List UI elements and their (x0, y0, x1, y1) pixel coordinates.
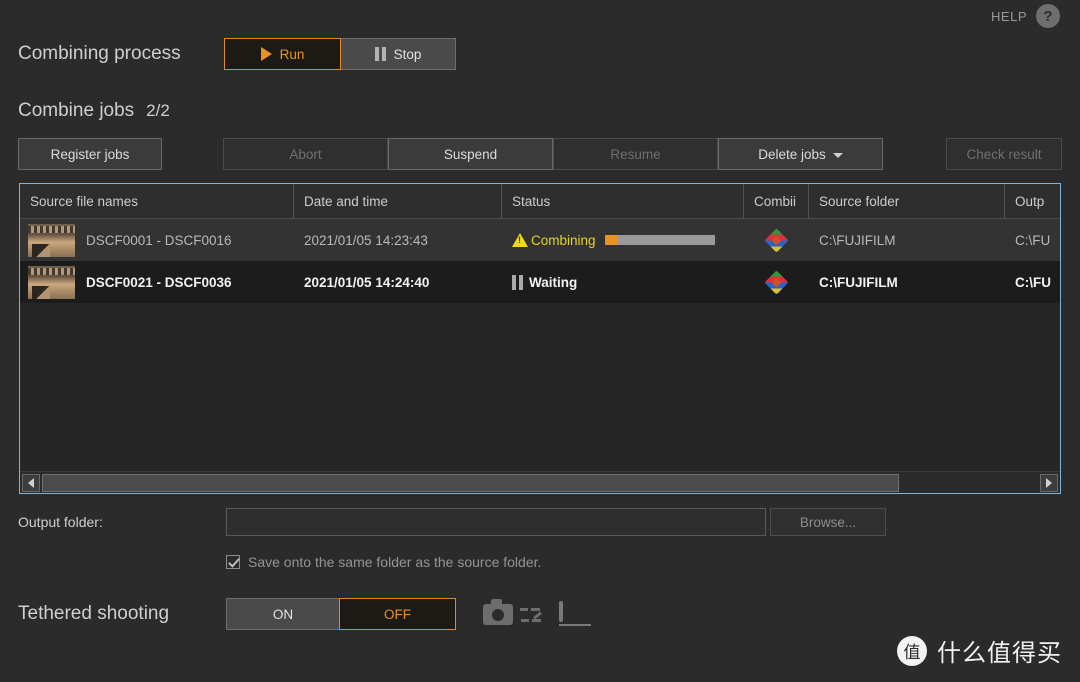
pause-icon (512, 274, 523, 290)
browse-button[interactable]: Browse... (770, 508, 886, 536)
suspend-button[interactable]: Suspend (388, 138, 553, 170)
scrollbar-thumb[interactable] (42, 473, 899, 492)
filmstrip-thumbnail-icon (28, 223, 75, 257)
jobs-table: Source file names Date and time Status C… (19, 183, 1061, 494)
column-header-source-file-names[interactable]: Source file names (20, 184, 294, 219)
horizontal-scrollbar[interactable] (20, 471, 1060, 493)
connection-dots-icon (520, 603, 552, 625)
run-button[interactable]: Run (224, 38, 341, 70)
stop-button-label: Stop (393, 46, 422, 62)
cell-source-file-names: DSCF0001 - DSCF0016 (20, 219, 294, 261)
column-header-source-folder[interactable]: Source folder (809, 184, 1005, 219)
output-folder-row: Output folder: Browse... (18, 508, 886, 536)
watermark-badge-icon: 值 (897, 635, 927, 666)
table-body: DSCF0001 - DSCF0016 2021/01/05 14:23:43 … (20, 219, 1060, 303)
register-jobs-button[interactable]: Register jobs (18, 138, 162, 170)
tethered-off-label: OFF (384, 606, 411, 622)
cell-output-folder: C:\FU (1015, 232, 1051, 248)
save-same-folder-row[interactable]: Save onto the same folder as the source … (226, 554, 541, 570)
scroll-right-arrow-icon[interactable] (1040, 473, 1058, 492)
help-label: HELP (991, 8, 1027, 24)
cell-source-folder: C:\FUJIFILM (819, 232, 896, 248)
watermark: 值 什么值得买 (897, 633, 1062, 668)
combine-jobs-heading: Combine jobs 2/2 (18, 100, 170, 122)
tethered-connection-illustration (483, 598, 591, 626)
tethered-off-button[interactable]: OFF (339, 598, 456, 630)
column-header-output-folder[interactable]: Outp (1005, 184, 1060, 219)
warning-triangle-icon (512, 233, 528, 247)
combining-process-toggle[interactable]: Run Stop (224, 38, 456, 70)
abort-label: Abort (289, 146, 322, 162)
monitor-icon (559, 600, 591, 626)
suspend-label: Suspend (443, 146, 498, 162)
filmstrip-thumbnail-icon (28, 265, 75, 299)
chevron-down-icon (832, 152, 843, 158)
help-area[interactable]: HELP ? (991, 4, 1060, 28)
cell-date-and-time: 2021/01/05 14:24:40 (304, 274, 430, 290)
pause-icon (374, 47, 386, 61)
resume-button[interactable]: Resume (553, 138, 718, 170)
tethered-shooting-toggle[interactable]: ON OFF (226, 598, 456, 630)
register-jobs-label: Register jobs (50, 146, 130, 162)
watermark-text: 什么值得买 (937, 639, 1062, 667)
tethered-shooting-row: Tethered shooting ON OFF (18, 598, 591, 630)
delete-jobs-label: Delete jobs (758, 146, 826, 162)
tethered-on-button[interactable]: ON (226, 598, 340, 630)
check-result-label: Check result (966, 146, 1042, 162)
browse-button-label: Browse... (799, 514, 857, 530)
cell-output-folder: C:\FU (1015, 274, 1051, 290)
combine-jobs-title: Combine jobs (18, 100, 135, 121)
table-row[interactable]: DSCF0021 - DSCF0036 2021/01/05 14:24:40 … (20, 261, 1060, 303)
table-header-row: Source file names Date and time Status C… (20, 184, 1060, 219)
cell-source-file-names: DSCF0021 - DSCF0036 (20, 261, 294, 303)
cell-status: Waiting (502, 261, 744, 303)
save-same-folder-label: Save onto the same folder as the source … (248, 554, 542, 570)
jobs-toolbar: Register jobs Abort Suspend Resume Delet… (18, 138, 1062, 170)
column-header-combine[interactable]: Combii (744, 184, 809, 219)
cell-combine (744, 261, 809, 303)
column-header-status[interactable]: Status (502, 184, 744, 219)
color-diamond-icon (764, 269, 789, 295)
column-header-date-and-time[interactable]: Date and time (294, 184, 502, 219)
cell-combine (744, 219, 809, 261)
cell-date-and-time: 2021/01/05 14:23:43 (304, 232, 428, 248)
status-value: Waiting (529, 274, 578, 290)
output-folder-label: Output folder: (18, 514, 103, 530)
source-file-names-value: DSCF0001 - DSCF0016 (86, 232, 232, 248)
source-file-names-value: DSCF0021 - DSCF0036 (86, 274, 232, 290)
combining-process-row: Combining process Run Stop (18, 38, 456, 70)
cell-source-folder: C:\FUJIFILM (819, 274, 898, 290)
color-diamond-icon (764, 227, 789, 253)
save-same-folder-checkbox[interactable] (226, 555, 240, 569)
tethered-shooting-title: Tethered shooting (18, 603, 170, 624)
delete-jobs-button[interactable]: Delete jobs (718, 138, 883, 170)
check-result-button[interactable]: Check result (946, 138, 1062, 170)
play-icon (260, 47, 272, 61)
question-circle-icon[interactable]: ? (1036, 4, 1060, 28)
table-row[interactable]: DSCF0001 - DSCF0016 2021/01/05 14:23:43 … (20, 219, 1060, 261)
abort-button[interactable]: Abort (223, 138, 388, 170)
combine-jobs-count: 2/2 (146, 101, 170, 120)
scroll-left-arrow-icon[interactable] (22, 473, 40, 492)
output-folder-input[interactable] (226, 508, 766, 536)
progress-bar (604, 235, 715, 245)
cell-status: Combining (502, 219, 744, 261)
tethered-on-label: ON (272, 606, 294, 622)
fujifilm-pixel-shift-combiner-window: HELP ? Combining process Run Stop Combin… (0, 0, 1080, 682)
resume-label: Resume (610, 146, 661, 162)
stop-button[interactable]: Stop (340, 38, 456, 70)
combining-process-title: Combining process (18, 43, 181, 64)
status-value: Combining (531, 232, 596, 248)
scrollbar-track[interactable] (42, 473, 1038, 492)
camera-icon (483, 598, 513, 625)
run-button-label: Run (279, 46, 305, 62)
